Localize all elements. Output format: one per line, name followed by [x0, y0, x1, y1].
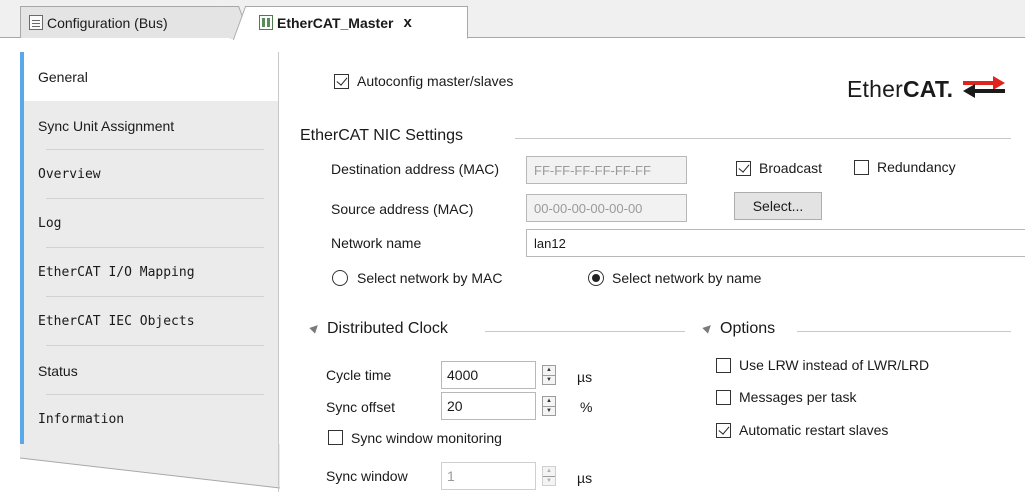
ethercat-logo: EtherCAT. [847, 76, 1025, 106]
cycle-time-spinner[interactable]: ▲ ▼ [542, 365, 556, 385]
sync-window-unit: µs [577, 470, 593, 486]
messages-per-task-label: Messages per task [739, 389, 857, 405]
cycle-time-label: Cycle time [326, 367, 392, 383]
nav-slope-decoration [19, 444, 281, 489]
tab-label: EtherCAT_Master [277, 14, 394, 31]
select-by-mac-radio[interactable] [332, 270, 348, 286]
sync-offset-label: Sync offset [326, 399, 396, 415]
nav-item-information[interactable]: Information [20, 395, 278, 444]
nav-item-log[interactable]: Log [20, 199, 278, 248]
nav-item-label: Status [38, 362, 78, 379]
logo-text: EtherCAT. [847, 76, 954, 102]
nav-item-sync-unit-assignment[interactable]: Sync Unit Assignment [20, 101, 278, 150]
nav-item-label: Log [38, 216, 62, 231]
close-icon[interactable]: x [403, 14, 411, 31]
broadcast-label: Broadcast [759, 160, 823, 176]
cycle-time-input[interactable]: 4000 [441, 361, 536, 389]
sync-window-input[interactable]: 1 [441, 462, 536, 490]
sync-window-value: 1 [447, 468, 455, 484]
autoconfig-checkbox[interactable] [334, 74, 349, 89]
redundancy-checkbox[interactable] [854, 160, 869, 175]
nav-item-label: General [38, 68, 88, 85]
nav-item-io-mapping[interactable]: EtherCAT I/O Mapping [20, 248, 278, 297]
use-lrw-checkbox[interactable] [716, 358, 731, 373]
tab-configuration-bus[interactable]: Configuration (Bus) [20, 6, 235, 38]
nav-item-general[interactable]: General [20, 52, 278, 101]
options-title: Options [720, 320, 776, 337]
options-rule [797, 331, 1011, 332]
destination-address-label: Destination address (MAC) [331, 161, 500, 177]
nic-settings-title: EtherCAT NIC Settings [300, 127, 464, 144]
nav-item-label: Sync Unit Assignment [38, 117, 175, 134]
nic-settings-rule [515, 138, 1011, 139]
sync-window-spinner[interactable]: ▲ ▼ [542, 466, 556, 486]
source-address-label: Source address (MAC) [331, 201, 474, 217]
automatic-restart-label: Automatic restart slaves [739, 422, 889, 438]
messages-per-task-checkbox[interactable] [716, 390, 731, 405]
nav-item-label: EtherCAT IEC Objects [38, 314, 195, 329]
select-by-mac-label: Select network by MAC [357, 270, 503, 286]
sync-window-label: Sync window [326, 468, 408, 484]
collapse-triangle-icon[interactable] [309, 322, 321, 334]
sync-window-monitoring-checkbox[interactable] [328, 430, 343, 445]
cycle-time-value: 4000 [447, 367, 479, 383]
sync-offset-spinner[interactable]: ▲ ▼ [542, 396, 556, 416]
select-by-name-radio[interactable] [588, 270, 604, 286]
sync-window-monitoring-label: Sync window monitoring [351, 430, 502, 446]
general-panel: Autoconfig master/slaves EtherCAT. Ether… [279, 52, 1025, 492]
select-by-name-label: Select network by name [612, 270, 762, 286]
source-address-value: 00-00-00-00-00-00 [534, 200, 643, 216]
destination-address-field[interactable]: FF-FF-FF-FF-FF-FF [526, 156, 687, 184]
device-icon [259, 15, 273, 30]
distributed-clock-title: Distributed Clock [327, 320, 448, 337]
nav-item-iec-objects[interactable]: EtherCAT IEC Objects [20, 297, 278, 346]
select-network-button[interactable]: Select... [734, 192, 822, 220]
nav-item-label: Overview [38, 167, 101, 182]
automatic-restart-checkbox[interactable] [716, 423, 731, 438]
collapse-triangle-icon[interactable] [702, 322, 714, 334]
network-name-label: Network name [331, 235, 422, 251]
sync-offset-input[interactable]: 20 [441, 392, 536, 420]
nav-item-overview[interactable]: Overview [20, 150, 278, 199]
destination-address-value: FF-FF-FF-FF-FF-FF [534, 162, 651, 178]
network-name-value: lan12 [534, 235, 566, 251]
redundancy-label: Redundancy [877, 159, 956, 175]
configuration-icon [29, 15, 43, 30]
distributed-clock-rule [485, 331, 685, 332]
nav-item-label: EtherCAT I/O Mapping [38, 265, 195, 280]
tab-label: Configuration (Bus) [47, 14, 168, 31]
use-lrw-label: Use LRW instead of LWR/LRD [739, 357, 930, 373]
sync-offset-unit: % [580, 399, 593, 415]
tab-ethercat-master[interactable]: EtherCAT_Master x [250, 6, 468, 39]
autoconfig-label: Autoconfig master/slaves [357, 73, 514, 89]
ethercat-arrows-icon [963, 76, 1005, 98]
cycle-time-unit: µs [577, 369, 593, 385]
sync-offset-value: 20 [447, 398, 463, 414]
nav-item-label: Information [38, 412, 125, 427]
device-editor-nav: General Sync Unit Assignment Overview Lo… [20, 52, 278, 444]
source-address-field[interactable]: 00-00-00-00-00-00 [526, 194, 687, 222]
network-name-input[interactable]: lan12 [526, 229, 1025, 257]
editor-tab-bar: Configuration (Bus) EtherCAT_Master x [0, 0, 1025, 39]
broadcast-checkbox[interactable] [736, 161, 751, 176]
nav-item-status[interactable]: Status [20, 346, 278, 395]
